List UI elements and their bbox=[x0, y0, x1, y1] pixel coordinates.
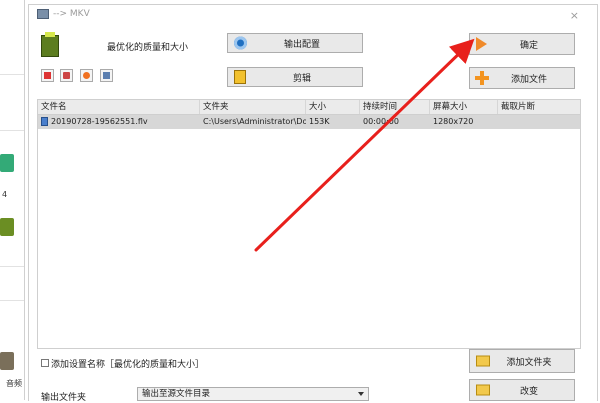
cell-duration: 00:00:00 bbox=[363, 117, 399, 126]
folder-icon bbox=[476, 384, 490, 396]
cell-clip bbox=[498, 115, 582, 129]
output-settings-button[interactable]: 输出配置 bbox=[227, 33, 363, 53]
bg-label: 4 bbox=[2, 190, 8, 199]
bg-divider bbox=[0, 266, 24, 267]
profile-label: 最优化的质量和大小 bbox=[107, 43, 189, 53]
window-title-text: --> MKV bbox=[53, 9, 90, 19]
add-setting-name-checkbox[interactable] bbox=[41, 359, 49, 367]
gear-icon bbox=[234, 36, 247, 50]
film-icon bbox=[0, 154, 14, 172]
column-header-size[interactable]: 大小 bbox=[306, 100, 360, 114]
audio-icon bbox=[0, 352, 14, 370]
file-name-text: 20190728-19562551.flv bbox=[51, 117, 148, 126]
info-button[interactable] bbox=[100, 69, 113, 82]
output-folder-value: 输出至源文件目录 bbox=[142, 389, 211, 399]
film-clip-icon bbox=[234, 70, 246, 84]
app-icon bbox=[37, 9, 49, 19]
plus-icon bbox=[475, 71, 489, 85]
column-header-duration[interactable]: 持续时间 bbox=[360, 100, 430, 114]
table-row[interactable]: 20190728-19562551.flv C:\Users\Administr… bbox=[38, 115, 580, 129]
column-header-screen-size[interactable]: 屏幕大小 bbox=[430, 100, 498, 114]
remove-button[interactable] bbox=[60, 69, 73, 82]
bg-label-audio: 音频 bbox=[6, 379, 22, 388]
bg-divider bbox=[0, 300, 24, 301]
ok-button[interactable]: 确定 bbox=[469, 33, 575, 55]
cell-name: 20190728-19562551.flv bbox=[38, 115, 200, 129]
background-window-strip: 4 bbox=[0, 0, 25, 400]
remove-icon bbox=[63, 72, 70, 79]
edit-label: 剪辑 bbox=[292, 73, 311, 84]
column-header-folder[interactable]: 文件夹 bbox=[200, 100, 306, 114]
mkv-format-icon bbox=[41, 32, 59, 57]
add-folder-button[interactable]: 添加文件夹 bbox=[469, 349, 575, 373]
table-header: 文件名 文件夹 大小 持续时间 屏幕大小 截取片断 bbox=[38, 100, 580, 115]
image-icon bbox=[0, 218, 14, 236]
bg-divider bbox=[0, 74, 24, 75]
bg-divider bbox=[0, 130, 24, 131]
play-button[interactable] bbox=[80, 69, 93, 82]
clear-button[interactable] bbox=[41, 69, 54, 82]
info-icon bbox=[103, 72, 110, 79]
clear-icon bbox=[44, 72, 51, 79]
output-settings-label: 输出配置 bbox=[283, 39, 320, 50]
edit-button[interactable]: 剪辑 bbox=[227, 67, 363, 87]
output-folder-label: 输出文件夹 bbox=[41, 393, 87, 403]
mkv-settings-dialog: --> MKV × 最优化的质量和大小 输出配置 剪辑 确定 添加文件 文件名 … bbox=[28, 4, 598, 403]
window-title: --> MKV bbox=[37, 9, 90, 19]
play-icon bbox=[83, 72, 90, 79]
cell-folder: C:\Users\Administrator\Doc... bbox=[203, 117, 306, 126]
video-file-icon bbox=[41, 117, 48, 126]
cell-size: 153K bbox=[309, 117, 330, 126]
cell-screen-size: 1280x720 bbox=[433, 117, 474, 126]
chevron-down-icon bbox=[358, 392, 364, 396]
arrow-right-icon bbox=[476, 37, 487, 51]
column-header-name[interactable]: 文件名 bbox=[38, 100, 200, 114]
add-file-button[interactable]: 添加文件 bbox=[469, 67, 575, 89]
close-icon[interactable]: × bbox=[570, 9, 579, 22]
column-header-clip[interactable]: 截取片断 bbox=[498, 100, 582, 114]
change-button[interactable]: 改变 bbox=[469, 379, 575, 401]
folder-add-icon bbox=[476, 355, 490, 367]
file-table[interactable]: 文件名 文件夹 大小 持续时间 屏幕大小 截取片断 20190728-19562… bbox=[37, 99, 581, 349]
add-setting-name-label: 添加设置名称［最优化的质量和大小］ bbox=[51, 360, 205, 370]
output-folder-select[interactable]: 输出至源文件目录 bbox=[137, 387, 369, 401]
